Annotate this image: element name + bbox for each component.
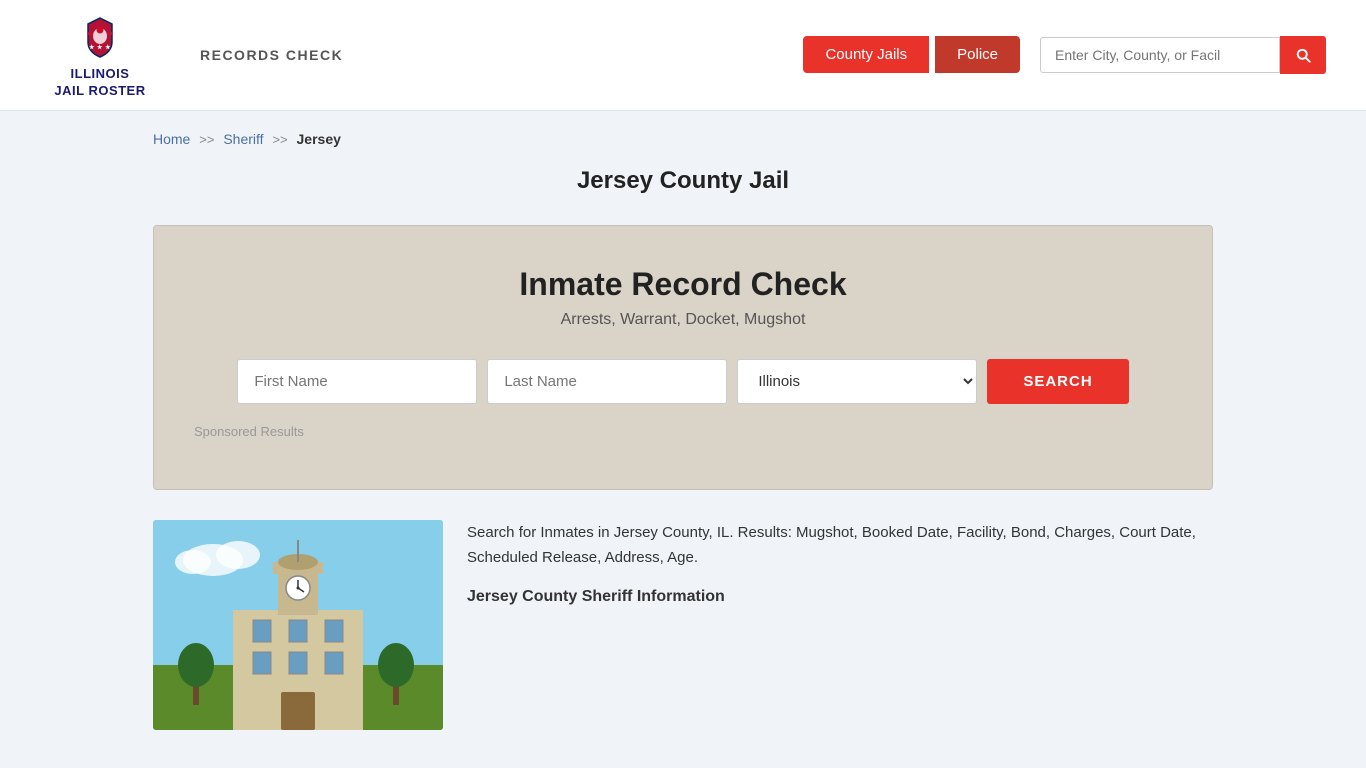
illinois-flag-icon: ★ ★ ★ (74, 10, 126, 62)
header-search-bar (1040, 36, 1326, 74)
state-select[interactable]: IllinoisAlabamaAlaskaArizonaArkansasCali… (737, 359, 977, 404)
inmate-search-form: IllinoisAlabamaAlaskaArizonaArkansasCali… (194, 359, 1172, 404)
sheriff-info-heading: Jersey County Sheriff Information (467, 583, 1213, 610)
inmate-box-heading: Inmate Record Check (194, 266, 1172, 303)
breadcrumb-sheriff[interactable]: Sheriff (223, 131, 263, 147)
site-header: ★ ★ ★ ILLINOIS JAIL ROSTER RECORDS CHECK… (0, 0, 1366, 111)
records-check-label: RECORDS CHECK (200, 47, 343, 63)
header-nav: County Jails Police (803, 36, 1326, 74)
last-name-input[interactable] (487, 359, 727, 404)
site-logo[interactable]: ★ ★ ★ ILLINOIS JAIL ROSTER (40, 10, 160, 100)
inmate-record-check-box: Inmate Record Check Arrests, Warrant, Do… (153, 225, 1213, 490)
police-button[interactable]: Police (935, 36, 1020, 73)
bottom-section: Search for Inmates in Jersey County, IL.… (153, 520, 1213, 730)
main-content: Home >> Sheriff >> Jersey Jersey County … (133, 111, 1233, 750)
breadcrumb-sep2: >> (272, 132, 287, 147)
county-jails-button[interactable]: County Jails (803, 36, 929, 73)
breadcrumb-current: Jersey (297, 131, 341, 147)
breadcrumb-home[interactable]: Home (153, 131, 190, 147)
page-title: Jersey County Jail (153, 167, 1213, 195)
header-search-input[interactable] (1040, 37, 1280, 73)
description-text: Search for Inmates in Jersey County, IL.… (467, 520, 1213, 618)
building-image (153, 520, 443, 730)
svg-text:★ ★ ★: ★ ★ ★ (89, 44, 111, 51)
logo-text: ILLINOIS JAIL ROSTER (54, 66, 145, 100)
building-illustration (153, 520, 443, 730)
header-search-button[interactable] (1280, 36, 1326, 74)
inmate-box-subtitle: Arrests, Warrant, Docket, Mugshot (194, 311, 1172, 329)
breadcrumb: Home >> Sheriff >> Jersey (153, 131, 1213, 147)
sponsored-results-label: Sponsored Results (194, 424, 1172, 439)
breadcrumb-sep1: >> (199, 132, 214, 147)
inmate-search-button[interactable]: SEARCH (987, 359, 1128, 404)
description-paragraph: Search for Inmates in Jersey County, IL.… (467, 520, 1213, 571)
first-name-input[interactable] (237, 359, 477, 404)
search-icon (1294, 46, 1312, 64)
